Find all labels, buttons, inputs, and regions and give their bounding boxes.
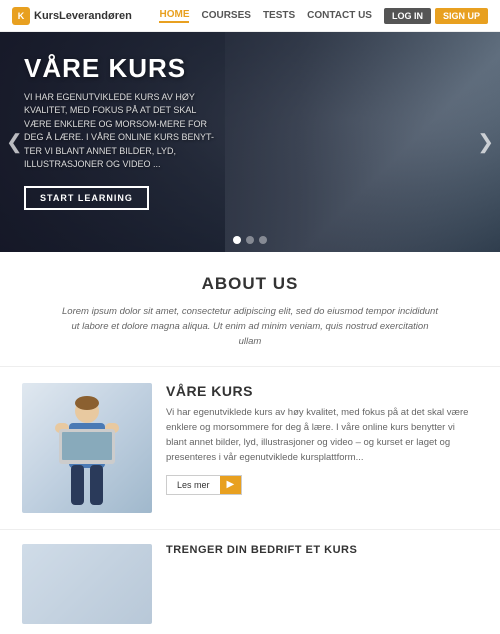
- kurs-section: VÅRE KURS Vi har egenutviklede kurs av h…: [0, 367, 500, 530]
- hero-subtitle: VI HAR EGENUTVIKLEDE KURS AV HØY KVALITE…: [24, 91, 224, 172]
- navbar: K KursLeverandøren HOME COURSES TESTS CO…: [0, 0, 500, 32]
- les-mer-label: Les mer: [167, 476, 220, 494]
- hero-dot-2[interactable]: [246, 236, 254, 244]
- nav-contact[interactable]: CONTACT US: [307, 10, 372, 21]
- nav-links: HOME COURSES TESTS CONTACT US: [159, 9, 372, 23]
- person-illustration: [47, 393, 127, 513]
- signup-button[interactable]: SIGN UP: [435, 8, 488, 24]
- trenger-title: TRENGER DIN BEDRIFT ET KURS: [166, 544, 478, 556]
- about-section: ABOUT US Lorem ipsum dolor sit amet, con…: [0, 252, 500, 367]
- hero-arrow-right[interactable]: ❯: [477, 130, 494, 155]
- hero-dot-1[interactable]: [233, 236, 241, 244]
- about-title: ABOUT US: [40, 274, 460, 294]
- nav-tests[interactable]: TESTS: [263, 10, 295, 21]
- start-learning-button[interactable]: STaRT Learning: [24, 186, 149, 210]
- logo-icon: K: [12, 7, 30, 25]
- kurs-title: VÅRE KURS: [166, 383, 478, 399]
- nav-courses[interactable]: COURSES: [201, 10, 250, 21]
- hero-arrow-left[interactable]: ❮: [6, 130, 23, 155]
- nav-home[interactable]: HOME: [159, 9, 189, 23]
- brand-name: KursLeverandøren: [34, 10, 132, 22]
- trenger-content: TRENGER DIN BEDRIFT ET KURS: [166, 544, 478, 624]
- trenger-section: TRENGER DIN BEDRIFT ET KURS: [0, 530, 500, 634]
- trenger-image: [22, 544, 152, 624]
- hero-dot-3[interactable]: [259, 236, 267, 244]
- brand-logo[interactable]: K KursLeverandøren: [12, 7, 132, 25]
- hero-title: VÅRE KURS: [24, 54, 224, 83]
- hero-dots: [233, 236, 267, 244]
- kurs-image: [22, 383, 152, 513]
- nav-buttons: LOG IN SIGN UP: [384, 8, 488, 24]
- kurs-text: Vi har egenutviklede kurs av høy kvalite…: [166, 405, 478, 466]
- login-button[interactable]: LOG IN: [384, 8, 431, 24]
- hero-content: VÅRE KURS VI HAR EGENUTVIKLEDE KURS AV H…: [24, 54, 224, 210]
- les-mer-button[interactable]: Les mer ▶: [166, 475, 242, 495]
- about-text: Lorem ipsum dolor sit amet, consectetur …: [60, 304, 440, 350]
- kurs-content: VÅRE KURS Vi har egenutviklede kurs av h…: [166, 383, 478, 513]
- les-mer-icon: ▶: [220, 476, 242, 494]
- hero-section: VÅRE KURS VI HAR EGENUTVIKLEDE KURS AV H…: [0, 32, 500, 252]
